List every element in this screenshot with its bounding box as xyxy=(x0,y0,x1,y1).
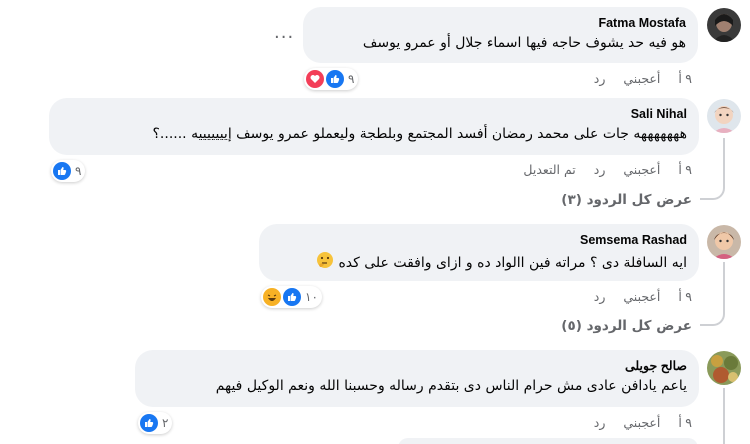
comment-author[interactable]: Semsema Rashad xyxy=(271,232,687,249)
reply-link[interactable]: رد xyxy=(594,162,606,177)
comment-text: ايه السافلة دى ؟ مراته فين االواد ده و ا… xyxy=(271,251,687,275)
reaction-summary[interactable]: ١٠ xyxy=(261,286,322,308)
comment-bubble: صالح جويلى ياعم يادافن عادى مش حرام النا… xyxy=(135,350,699,407)
comment-actions: ٩ أ أعجبني رد تم التعديل xyxy=(509,162,692,177)
comment-text-content: ايه السافلة دى ؟ مراته فين االواد ده و ا… xyxy=(338,255,687,271)
like-icon xyxy=(283,288,301,306)
comment-bubble: Sali Nihal هههههههه جات على محمد رمضان أ… xyxy=(49,98,699,155)
comment-text: ياعم يادافن عادى مش حرام الناس دى بتقدم … xyxy=(215,378,687,394)
reaction-count: ٢ xyxy=(162,416,169,430)
like-link[interactable]: أعجبني xyxy=(623,289,660,304)
haha-icon xyxy=(263,288,281,306)
like-link[interactable]: أعجبني xyxy=(623,415,660,430)
heart-icon xyxy=(306,70,324,88)
comment-bubble: Semsema Rashad ايه السافلة دى ؟ مراته في… xyxy=(259,224,699,281)
like-icon xyxy=(53,162,71,180)
comment-actions: ٩ أ أعجبني رد xyxy=(580,71,692,86)
like-icon xyxy=(140,414,158,432)
comment-time[interactable]: ٩ أ xyxy=(678,415,692,430)
next-comment-bubble-partial xyxy=(398,438,698,444)
reaction-count: ٩ xyxy=(75,164,82,178)
comment-actions: ٩ أ أعجبني رد xyxy=(580,289,692,304)
comment-text: هههههههه جات على محمد رمضان أفسد المجتمع… xyxy=(152,126,687,142)
comment-time[interactable]: ٩ أ xyxy=(678,162,692,177)
comment-author[interactable]: Sali Nihal xyxy=(61,106,687,123)
more-options-icon[interactable]: ... xyxy=(274,22,294,43)
comment-author[interactable]: صالح جويلى xyxy=(147,358,687,375)
comment-text: هو فيه حد يشوف حاجه فيها اسماء جلال أو ع… xyxy=(362,35,686,51)
avatar[interactable] xyxy=(707,8,741,42)
edited-label: تم التعديل xyxy=(523,162,576,177)
like-link[interactable]: أعجبني xyxy=(623,162,660,177)
avatar[interactable] xyxy=(707,225,741,259)
reaction-summary[interactable]: ٩ xyxy=(304,68,359,90)
thinking-emoji-icon xyxy=(316,251,334,275)
comment-author[interactable]: Fatma Mostafa xyxy=(315,15,686,32)
thread-line xyxy=(723,388,725,444)
reaction-summary[interactable]: ٩ xyxy=(51,160,86,182)
comment-actions: ٩ أ أعجبني رد xyxy=(580,415,692,430)
reaction-summary[interactable]: ٢ xyxy=(138,412,173,434)
view-all-replies-link[interactable]: عرض كل الردود (٣) xyxy=(561,192,692,208)
comment-time[interactable]: ٩ أ xyxy=(678,289,692,304)
avatar[interactable] xyxy=(707,351,741,385)
like-icon xyxy=(326,70,344,88)
comment-bubble: Fatma Mostafa هو فيه حد يشوف حاجه فيها ا… xyxy=(303,7,698,63)
thread-connector xyxy=(700,180,725,200)
reaction-count: ٩ xyxy=(348,72,355,86)
like-link[interactable]: أعجبني xyxy=(623,71,660,86)
avatar[interactable] xyxy=(707,99,741,133)
reply-link[interactable]: رد xyxy=(594,289,606,304)
view-all-replies-link[interactable]: عرض كل الردود (٥) xyxy=(561,318,692,334)
thread-connector xyxy=(700,306,725,326)
reply-link[interactable]: رد xyxy=(594,71,606,86)
reply-link[interactable]: رد xyxy=(594,415,606,430)
comment-time[interactable]: ٩ أ xyxy=(678,71,692,86)
reaction-count: ١٠ xyxy=(305,290,318,304)
